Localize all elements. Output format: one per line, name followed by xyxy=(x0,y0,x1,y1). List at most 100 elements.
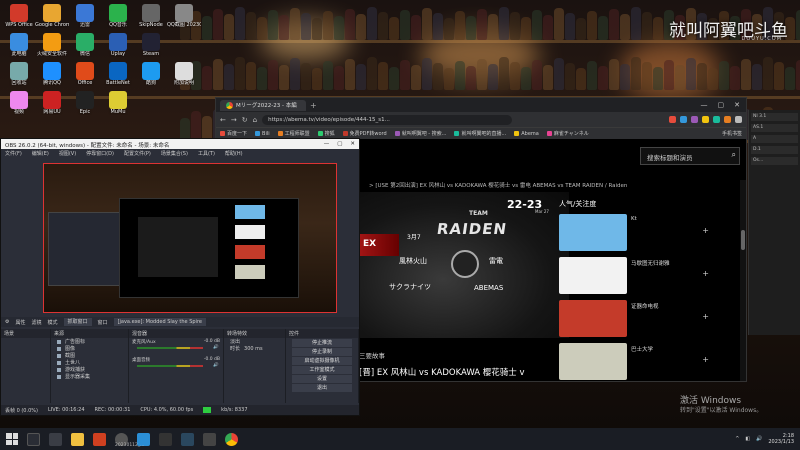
control-button[interactable]: 工作室模式 xyxy=(292,366,352,374)
volume-meter[interactable] xyxy=(137,347,203,349)
app-icon[interactable] xyxy=(93,432,106,446)
popular-item[interactable]: 马歇图无归谢雅 + xyxy=(559,257,739,295)
reload-icon[interactable]: ↻ xyxy=(242,116,248,124)
desktop-icon[interactable]: QQ截图 20230113 xyxy=(167,4,201,34)
desktop-icon[interactable]: 回收站 xyxy=(4,62,34,92)
side-row[interactable]: A xyxy=(751,135,798,143)
source-item[interactable]: 图像 xyxy=(51,345,128,352)
steam-icon[interactable] xyxy=(181,432,194,446)
properties-button[interactable]: 属性 xyxy=(15,319,25,326)
popular-item[interactable]: Kt + xyxy=(559,214,739,252)
desktop-icon[interactable]: 微信 xyxy=(70,33,100,63)
desktop-icon[interactable]: BattleNet xyxy=(103,62,133,92)
speaker-icon[interactable]: 🔊 xyxy=(213,345,219,350)
desktop-icon[interactable]: 迅雷 xyxy=(70,4,100,34)
control-button[interactable]: 退出 xyxy=(292,384,352,392)
add-icon[interactable]: + xyxy=(702,312,709,321)
obs-menu-item[interactable]: 停靠窗口(D) xyxy=(86,150,114,157)
source-item[interactable]: 游戏捕获 xyxy=(51,366,128,373)
desktop-icon[interactable]: 网易UU xyxy=(37,91,67,121)
desktop-icon[interactable]: 酷狗 xyxy=(136,62,166,92)
source-item[interactable]: 显示器采集 xyxy=(51,373,128,380)
close-button[interactable]: ✕ xyxy=(350,141,355,147)
capture-mode-select[interactable]: 抓取窗口 xyxy=(63,318,92,326)
bookmark-item[interactable]: 工程师联盟 xyxy=(277,130,310,137)
desktop-icon[interactable]: SkipNode xyxy=(136,4,166,34)
bookmark-item[interactable]: 麻雀チャンネル xyxy=(546,130,589,137)
search-input[interactable]: 搜索标题和演员 xyxy=(640,147,740,165)
desktop-icon[interactable]: 此电脑 xyxy=(4,33,34,63)
new-tab-button[interactable]: + xyxy=(310,101,317,110)
forward-icon[interactable]: → xyxy=(231,116,237,124)
maximize-button[interactable]: ▢ xyxy=(718,101,725,109)
obs-preview[interactable] xyxy=(43,163,337,313)
obs-menu-item[interactable]: 场景集合(S) xyxy=(161,150,188,157)
tray-icon[interactable]: ^ xyxy=(735,436,739,442)
menu-icon[interactable] xyxy=(735,116,742,123)
maximize-button[interactable]: ▢ xyxy=(337,141,342,147)
obs-menu-item[interactable]: 配置文件(P) xyxy=(124,150,151,157)
side-row[interactable]: NI 3.1 xyxy=(751,113,798,121)
source-item[interactable]: 土世八 xyxy=(51,359,128,366)
popular-item[interactable]: 巴士大学 + xyxy=(559,343,739,381)
obs-window[interactable]: OBS 26.0.2 (64-bit, windows) - 配置文件: 未命名… xyxy=(0,138,360,416)
source-item[interactable]: 截图 xyxy=(51,352,128,359)
bookmark-item[interactable]: Bili xyxy=(255,131,270,137)
bookmark-item[interactable]: 就叫啊翼吧 - 搜索... xyxy=(394,130,446,137)
browser-tab[interactable]: Mリーグ2022-23 - 本編 xyxy=(220,99,306,111)
side-row[interactable]: AS.1 xyxy=(751,124,798,132)
side-row[interactable]: D.1 xyxy=(751,146,798,154)
duration-field[interactable]: 300 ms xyxy=(244,346,263,352)
bookmark-item[interactable]: Abema xyxy=(514,131,539,137)
desktop-icon[interactable]: 视频 xyxy=(4,91,34,121)
transition-select[interactable]: 淡出 xyxy=(224,338,285,345)
gear-icon[interactable]: ⚙ xyxy=(5,319,9,325)
app-icon[interactable] xyxy=(203,432,216,446)
home-icon[interactable]: ⌂ xyxy=(253,116,257,124)
volume-icon[interactable]: 🔊 xyxy=(756,436,762,442)
extension-icon[interactable] xyxy=(680,116,687,123)
desktop-icon[interactable]: MuMu xyxy=(103,91,133,121)
bookmark-item[interactable]: 搜狐 xyxy=(317,130,335,137)
mobile-bookmarks[interactable]: 手机书签 xyxy=(722,130,742,137)
control-button[interactable]: 停止录制 xyxy=(292,348,352,356)
desktop-icon[interactable]: Office xyxy=(70,62,100,92)
windows-start-icon[interactable] xyxy=(6,433,18,445)
task-view-icon[interactable] xyxy=(49,432,62,446)
obs-menu-item[interactable]: 视图(V) xyxy=(59,150,76,157)
add-icon[interactable]: + xyxy=(702,269,709,278)
desktop-icon[interactable]: Google Chrome xyxy=(35,4,69,34)
search-icon[interactable]: ⌕ xyxy=(732,150,736,160)
bookmark-item[interactable]: 百度一下 xyxy=(220,130,247,137)
minimize-button[interactable]: — xyxy=(324,141,330,147)
desktop-icon[interactable]: Epic xyxy=(70,91,100,121)
window-select[interactable]: [java.exe]: Modded Slay the Spire xyxy=(113,318,206,326)
extension-icon[interactable] xyxy=(669,116,676,123)
desktop-icon[interactable]: WPS Office xyxy=(4,4,34,34)
page-scrollbar[interactable] xyxy=(740,180,746,381)
desktop-icon[interactable]: Steam xyxy=(136,33,166,63)
minimize-button[interactable]: — xyxy=(701,101,708,109)
control-button[interactable]: 设置 xyxy=(292,375,352,383)
popular-item[interactable]: 证器命电视 + xyxy=(559,300,739,338)
extension-icon[interactable] xyxy=(691,116,698,123)
desktop-icon[interactable]: QQ音乐 xyxy=(103,4,133,34)
url-field[interactable]: https://abema.tv/video/episode/444-15_s1… xyxy=(262,114,513,125)
network-icon[interactable]: ◧ xyxy=(745,436,750,442)
app-icon[interactable] xyxy=(159,432,172,446)
add-icon[interactable]: + xyxy=(702,226,709,235)
obs-menu-item[interactable]: 编辑(E) xyxy=(32,150,49,157)
bookmark-item[interactable]: 免费PDF转word xyxy=(342,130,387,137)
desktop-icon[interactable]: Uplay xyxy=(103,33,133,63)
add-icon[interactable]: + xyxy=(702,355,709,364)
bookmark-item[interactable]: 就叫啊翼吧的直播... xyxy=(454,130,506,137)
speaker-icon[interactable]: 🔊 xyxy=(213,363,219,368)
back-icon[interactable]: ← xyxy=(220,116,226,124)
video-player[interactable]: 22-23 Mar 27 TEAM RAIDEN EX 3月7 風林火山 雷電 … xyxy=(359,192,569,338)
desktop-icon[interactable]: 腾讯QQ xyxy=(37,62,67,92)
source-item[interactable]: 广告图标 xyxy=(51,338,128,345)
control-button[interactable]: 启动虚拟摄像机 xyxy=(292,357,352,365)
chrome-icon[interactable] xyxy=(225,432,238,446)
close-button[interactable]: ✕ xyxy=(734,101,740,109)
obs-menu-item[interactable]: 工具(T) xyxy=(198,150,215,157)
